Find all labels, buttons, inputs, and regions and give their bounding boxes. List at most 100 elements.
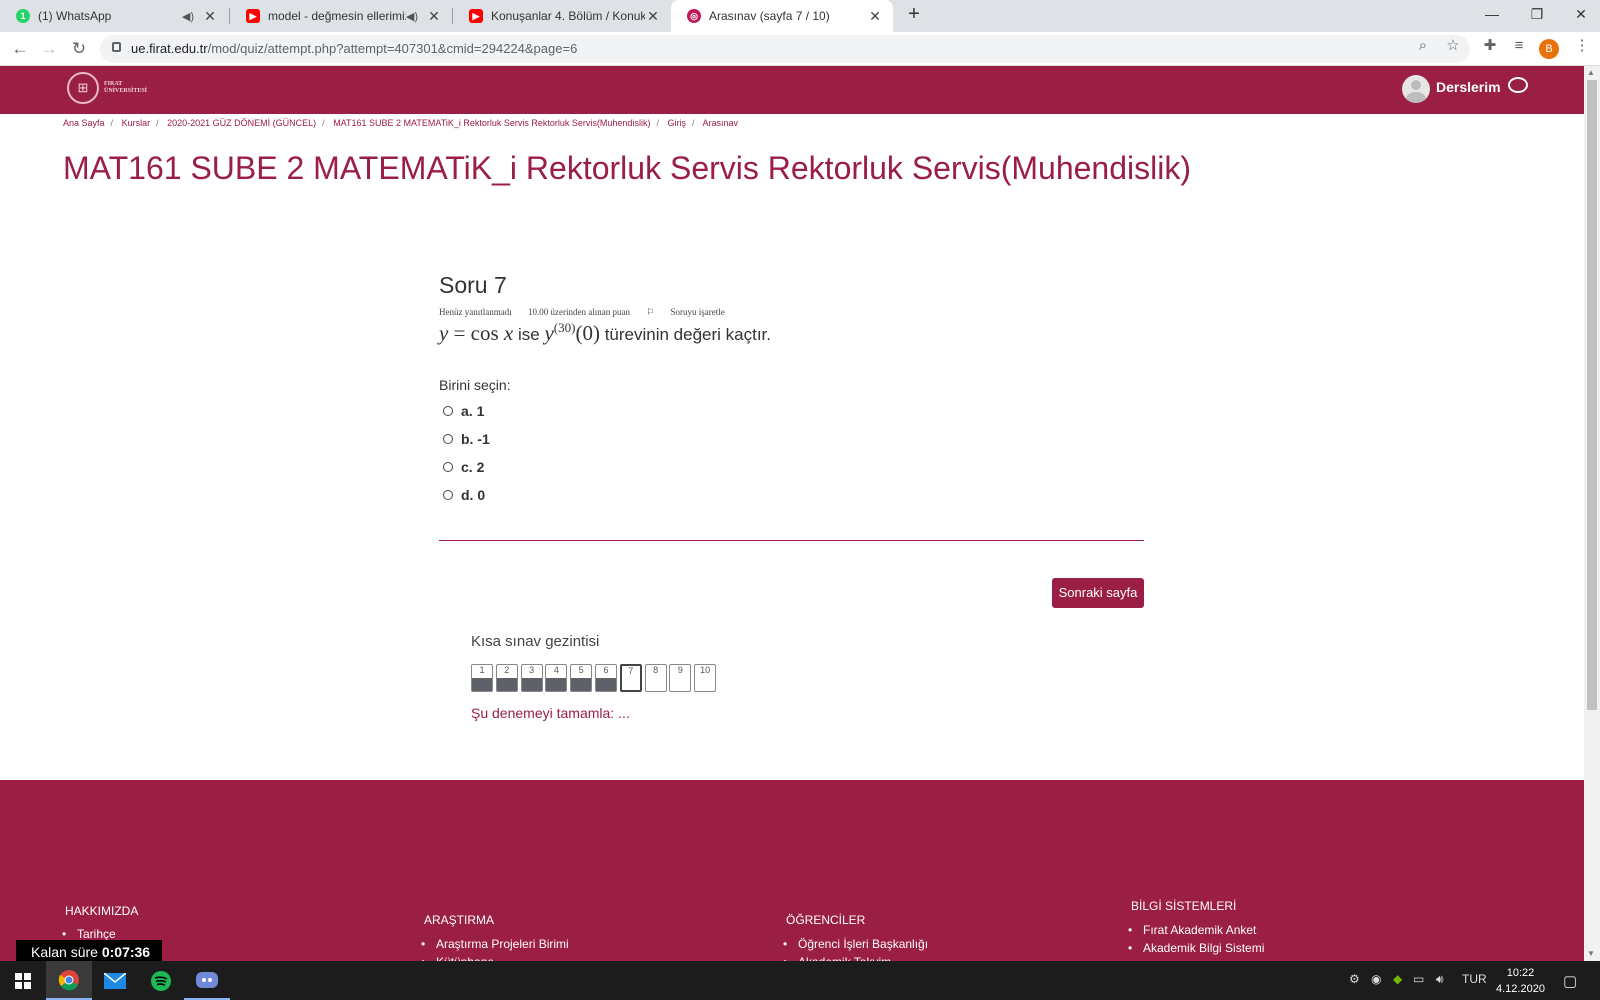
zoom-icon[interactable]: ⌕ xyxy=(1411,34,1435,58)
scroll-down-icon[interactable]: ▼ xyxy=(1587,949,1595,958)
volume-icon[interactable]: 🔊︎ xyxy=(1436,972,1444,987)
footer-heading-ogrenciler: ÖĞRENCİLER xyxy=(786,913,866,927)
chat-icon[interactable] xyxy=(1508,77,1528,93)
clock[interactable]: 10:22 4.12.2020 xyxy=(1496,965,1545,997)
footer-link[interactable]: Öğrenci İşleri Başkanlığı xyxy=(783,937,928,951)
mute-icon[interactable]: ◀) xyxy=(406,10,418,23)
minimize-icon[interactable]: — xyxy=(1469,0,1515,30)
option-d[interactable]: d. 0 xyxy=(443,487,485,503)
quiz-nav-page-4[interactable]: 4 xyxy=(545,664,568,692)
scroll-up-icon[interactable]: ▲ xyxy=(1587,68,1595,77)
windows-taskbar: ⚙ ◉ ◆ ▭ 🔊︎ TUR 10:22 4.12.2020 ▢ xyxy=(0,961,1600,1000)
language-indicator[interactable]: TUR xyxy=(1462,972,1487,986)
footer-link[interactable]: Tarihçe xyxy=(62,927,116,941)
radio-button[interactable] xyxy=(443,406,453,416)
radio-button[interactable] xyxy=(443,462,453,472)
profile-avatar[interactable]: B xyxy=(1539,39,1559,59)
quiz-nav-page-10[interactable]: 10 xyxy=(694,664,717,692)
footer-heading-bilgi: BİLGİ SİSTEMLERİ xyxy=(1131,899,1237,913)
whatsapp-icon: 1 xyxy=(16,9,30,23)
bookmark-star-icon[interactable]: ☆ xyxy=(1441,34,1465,58)
quiz-nav-page-9[interactable]: 9 xyxy=(669,664,692,692)
restore-icon[interactable]: ❐ xyxy=(1514,0,1560,30)
logo-line1: FIRAT xyxy=(104,81,123,87)
breadcrumb-section[interactable]: Giriş xyxy=(667,118,686,128)
discord-icon[interactable] xyxy=(184,961,230,1000)
derslerim-link[interactable]: Derslerim xyxy=(1436,79,1501,95)
quiz-nav-page-2[interactable]: 2 xyxy=(495,664,518,692)
quiz-nav-page-8[interactable]: 8 xyxy=(644,664,667,692)
option-c[interactable]: c. 2 xyxy=(443,459,484,475)
option-label[interactable]: d. 0 xyxy=(461,487,485,503)
menu-icon[interactable]: ⋮ xyxy=(1570,34,1594,58)
option-label[interactable]: c. 2 xyxy=(461,459,484,475)
question-text-ise: ise xyxy=(517,325,540,344)
breadcrumb-term[interactable]: 2020-2021 GÜZ DÖNEMİ (GÜNCEL) xyxy=(167,118,316,128)
mute-icon[interactable]: ◀) xyxy=(182,10,194,23)
close-tab-icon[interactable]: ✕ xyxy=(426,8,442,25)
youtube-icon: ▶ xyxy=(246,9,260,23)
footer: HAKKIMIZDA Tarihçe ARAŞTIRMA Araştırma P… xyxy=(0,780,1584,969)
page-scrollbar[interactable]: ▲ ▼ xyxy=(1584,66,1600,961)
close-window-icon[interactable]: ✕ xyxy=(1558,0,1600,30)
user-avatar[interactable] xyxy=(1402,75,1430,103)
footer-heading-hakkimizda: HAKKIMIZDA xyxy=(65,904,139,918)
reload-icon[interactable]: ↻ xyxy=(66,36,92,62)
footer-link[interactable]: Akademik Bilgi Sistemi xyxy=(1128,941,1264,955)
moodle-icon: ◎ xyxy=(687,9,701,23)
footer-link[interactable]: Araştırma Projeleri Birimi xyxy=(421,937,569,951)
footer-link[interactable]: Fırat Akademik Anket xyxy=(1128,923,1256,937)
clock-time: 10:22 xyxy=(1506,967,1535,979)
question-status: Henüz yanıtlanmadı xyxy=(439,307,512,317)
spotify-icon[interactable] xyxy=(138,961,184,1000)
breadcrumb-quiz[interactable]: Arasınav xyxy=(703,118,739,128)
quiz-nav-page-1[interactable]: 1 xyxy=(471,664,493,692)
next-page-button[interactable]: Sonraki sayfa xyxy=(1052,578,1144,608)
site-header: ⊞ FIRAT ÜNİVERSİTESİ Derslerim xyxy=(0,66,1584,114)
tab-whatsapp[interactable]: 1 (1) WhatsApp ◀) ✕ xyxy=(0,0,228,32)
nvidia-tray-icon[interactable]: ◆ xyxy=(1393,972,1402,986)
tab-arasinav[interactable]: ◎ Arasınav (sayfa 7 / 10) ✕ xyxy=(671,0,893,32)
quiz-nav-page-3[interactable]: 3 xyxy=(520,664,543,692)
university-logo[interactable]: ⊞ FIRAT ÜNİVERSİTESİ xyxy=(67,72,147,104)
option-b[interactable]: b. -1 xyxy=(443,431,490,447)
tab-youtube-konusanlar[interactable]: ▶ Konuşanlar 4. Bölüm / Konuk: Or ✕ xyxy=(453,0,671,32)
notification-icon[interactable]: ▢ xyxy=(1563,972,1577,990)
finish-attempt-link[interactable]: Şu denemeyi tamamla: ... xyxy=(471,705,630,721)
logo-text: FIRAT ÜNİVERSİTESİ xyxy=(104,81,147,95)
back-icon[interactable]: ← xyxy=(7,36,33,62)
url-text: ue.firat.edu.tr/mod/quiz/attempt.php?att… xyxy=(131,41,577,56)
clock-date: 4.12.2020 xyxy=(1496,983,1545,995)
breadcrumb-course[interactable]: MAT161 SUBE 2 MATEMATiK_i Rektorluk Serv… xyxy=(333,118,650,128)
quiz-nav-title: Kısa sınav gezintisi xyxy=(471,633,600,650)
quiz-nav-page-6[interactable]: 6 xyxy=(595,664,617,692)
quiz-nav-page-5[interactable]: 5 xyxy=(570,664,593,692)
discord-tray-icon[interactable]: ◉ xyxy=(1371,972,1381,986)
forward-icon[interactable]: → xyxy=(36,36,62,62)
media-control-icon[interactable]: ≡ xyxy=(1507,34,1531,58)
windows-start-icon[interactable] xyxy=(0,961,46,1000)
option-a[interactable]: a. 1 xyxy=(443,403,484,419)
close-tab-icon[interactable]: ✕ xyxy=(202,8,218,25)
breadcrumb-home[interactable]: Ana Sayfa xyxy=(63,118,105,128)
scroll-thumb[interactable] xyxy=(1587,80,1597,710)
close-tab-icon[interactable]: ✕ xyxy=(867,8,883,25)
radio-button[interactable] xyxy=(443,490,453,500)
question-points: 10.00 üzerinden alınan puan xyxy=(527,307,630,317)
youtube-icon: ▶ xyxy=(469,9,483,23)
close-tab-icon[interactable]: ✕ xyxy=(645,8,661,25)
network-icon[interactable]: ▭ xyxy=(1413,972,1424,986)
option-label[interactable]: b. -1 xyxy=(461,431,490,447)
new-tab-button[interactable]: + xyxy=(900,0,928,30)
radio-button[interactable] xyxy=(443,434,453,444)
option-label[interactable]: a. 1 xyxy=(461,403,484,419)
quiz-nav-page-7[interactable]: 7 xyxy=(619,664,642,692)
extensions-icon[interactable]: ✚ xyxy=(1478,34,1502,58)
address-bar[interactable]: ue.firat.edu.tr/mod/quiz/attempt.php?att… xyxy=(100,35,1470,63)
flag-question-link[interactable]: ⚐ Soruyu işaretle xyxy=(646,307,739,317)
chrome-icon[interactable] xyxy=(46,961,92,1000)
tab-youtube-model[interactable]: ▶ model - değmesin ellerimiz ( ◀) ✕ xyxy=(230,0,452,32)
breadcrumb-courses[interactable]: Kurslar xyxy=(122,118,151,128)
mail-icon[interactable] xyxy=(92,961,138,1000)
settings-tray-icon[interactable]: ⚙ xyxy=(1349,972,1360,986)
